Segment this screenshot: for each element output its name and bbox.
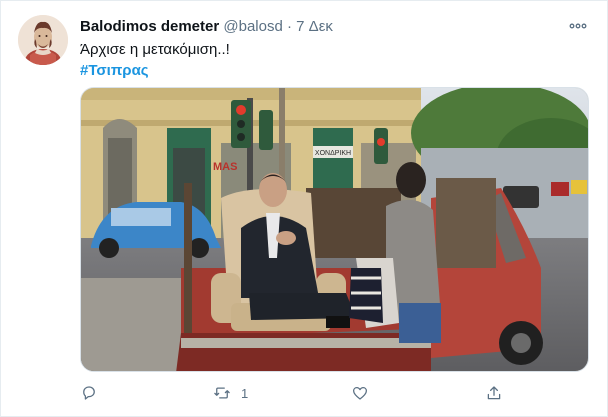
reply-icon: [83, 386, 95, 400]
like-icon: [352, 386, 368, 400]
retweet-button[interactable]: 1: [213, 381, 248, 405]
tweet-actions: 1: [80, 381, 589, 405]
avatar[interactable]: [18, 15, 68, 65]
handle[interactable]: @balosd: [223, 18, 282, 35]
tweet-card[interactable]: Balodimos demeter @balosd · 7 Δεκ Άρχισε…: [0, 0, 608, 417]
shop-sign-text: ΧΟΝΔΡΙΚΗ: [315, 150, 351, 157]
tweet-photo[interactable]: ΧΟΝΔΡΙΚΗ MAS: [80, 87, 589, 372]
hashtag-link[interactable]: #Τσιπρας: [80, 61, 149, 81]
separator: ·: [287, 18, 292, 35]
avatar-portrait-image: [18, 15, 68, 65]
more-options-icon[interactable]: [569, 19, 587, 33]
share-icon: [487, 386, 501, 400]
street-photo-image: ΧΟΝΔΡΙΚΗ MAS: [81, 88, 588, 371]
retweet-icon: [214, 387, 230, 399]
graffiti-text: MAS: [213, 161, 237, 173]
like-button[interactable]: [351, 381, 369, 405]
reply-button[interactable]: [80, 381, 98, 405]
share-button[interactable]: [485, 381, 503, 405]
tweet-text: Άρχισε η μετακόμιση..!: [80, 41, 230, 58]
retweet-count: 1: [241, 385, 249, 401]
display-name[interactable]: Balodimos demeter: [80, 18, 219, 35]
tweet-header: Balodimos demeter @balosd · 7 Δεκ: [80, 17, 587, 37]
tweet-date[interactable]: 7 Δεκ: [296, 18, 333, 35]
